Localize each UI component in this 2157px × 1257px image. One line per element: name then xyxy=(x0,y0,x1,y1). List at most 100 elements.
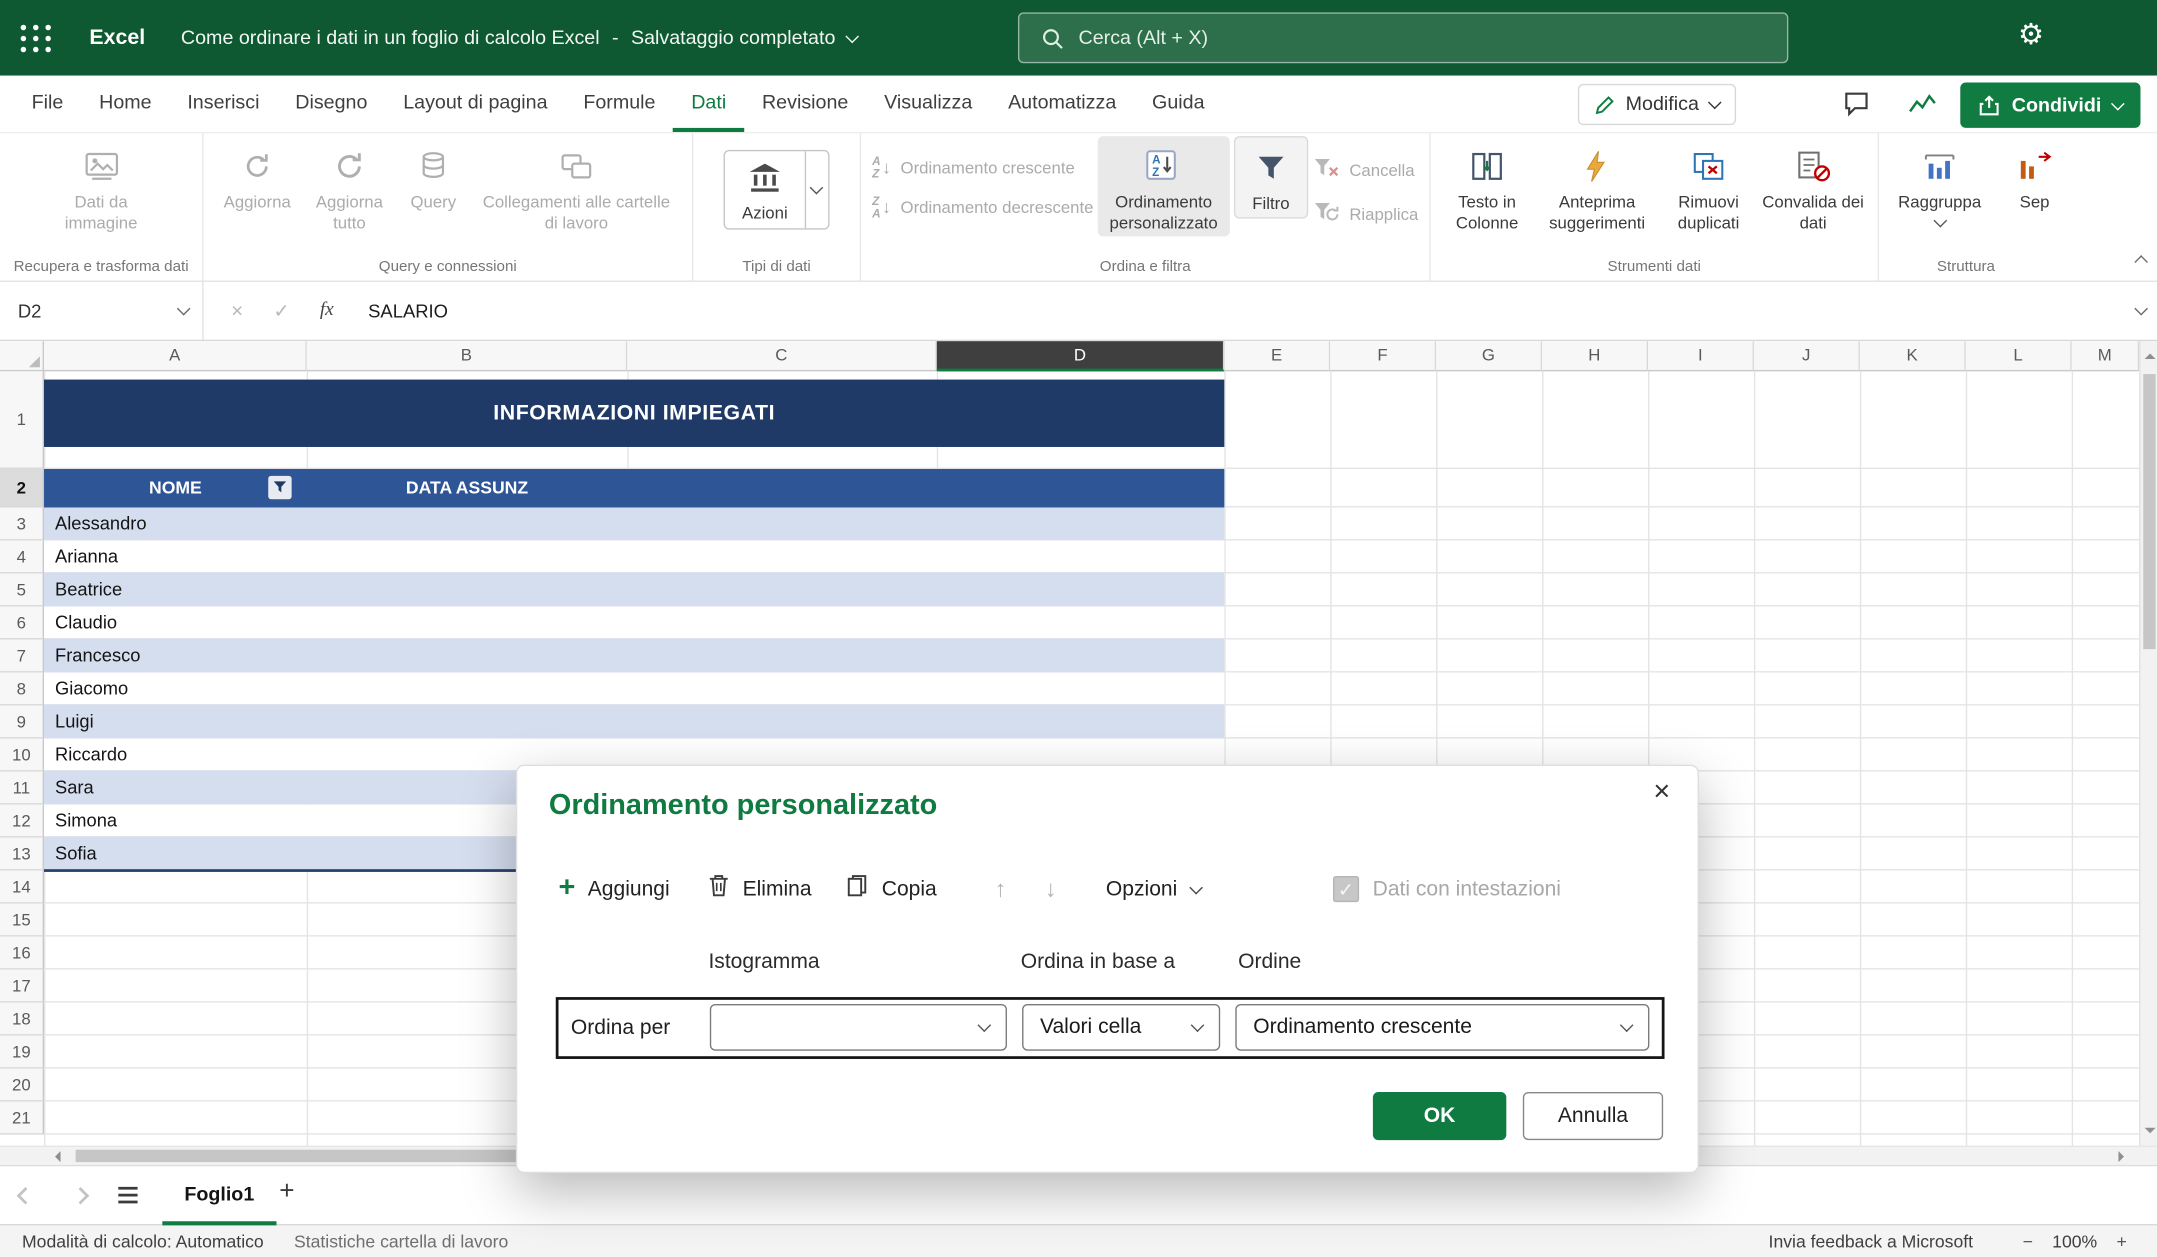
row-header-11[interactable]: 11 xyxy=(0,772,44,805)
scroll-left-arrow[interactable] xyxy=(50,1151,61,1162)
zoom-in-icon[interactable]: + xyxy=(2116,1231,2126,1252)
tab-file[interactable]: File xyxy=(14,76,81,132)
document-title[interactable]: Come ordinare i dati in un foglio di cal… xyxy=(181,27,857,49)
vertical-scroll-thumb[interactable] xyxy=(2143,374,2155,649)
sort-ascending-button[interactable]: AZ↓ Ordinamento crescente xyxy=(872,155,1093,180)
row-header-13[interactable]: 13 xyxy=(0,838,44,871)
tab-automatizza[interactable]: Automatizza xyxy=(990,76,1134,132)
move-up-button[interactable]: ↑ xyxy=(995,875,1007,903)
column-header-c[interactable]: C xyxy=(627,341,937,371)
expand-formula-bar-icon[interactable] xyxy=(2134,302,2148,316)
column-header-j[interactable]: J xyxy=(1754,341,1860,371)
scroll-up-arrow[interactable] xyxy=(2144,348,2155,359)
headers-checkbox[interactable]: ✓ Dati con intestazioni xyxy=(1333,876,1561,902)
tab-disegno[interactable]: Disegno xyxy=(277,76,385,132)
delete-level-button[interactable]: Elimina xyxy=(707,873,812,905)
previous-sheet-arrow[interactable] xyxy=(17,1187,35,1205)
data-from-picture-button[interactable]: Dati da immagine xyxy=(41,136,162,236)
cancel-entry-icon[interactable]: × xyxy=(231,299,243,322)
collapse-ribbon-button[interactable] xyxy=(2136,249,2146,274)
column-header-a[interactable]: A xyxy=(44,341,307,371)
row-header-1[interactable]: 1 xyxy=(0,371,44,469)
reapply-filter-button[interactable]: Riapplica xyxy=(1312,199,1418,228)
column-header-g[interactable]: G xyxy=(1436,341,1542,371)
row-header-10[interactable]: 10 xyxy=(0,739,44,772)
column-header-b[interactable]: B xyxy=(307,341,628,371)
add-sheet-button[interactable]: + xyxy=(279,1177,294,1207)
sheet-tab-foglio1[interactable]: Foglio1 xyxy=(162,1166,276,1225)
remove-duplicates-button[interactable]: Rimuovi duplicati xyxy=(1662,136,1756,236)
send-feedback-link[interactable]: Invia feedback a Microsoft xyxy=(1769,1231,1974,1252)
app-launcher-icon[interactable] xyxy=(21,24,53,52)
column-header-e[interactable]: E xyxy=(1224,341,1330,371)
row-header-20[interactable]: 20 xyxy=(0,1069,44,1102)
row-header-2[interactable]: 2 xyxy=(0,469,44,508)
workbook-statistics[interactable]: Statistiche cartella di lavoro xyxy=(294,1231,508,1252)
zoom-level[interactable]: 100% xyxy=(2052,1231,2097,1252)
tab-layout[interactable]: Layout di pagina xyxy=(385,76,565,132)
row-header-17[interactable]: 17 xyxy=(0,970,44,1003)
custom-sort-button[interactable]: AZ Ordinamento personalizzato xyxy=(1098,136,1230,236)
refresh-button[interactable]: Aggiorna xyxy=(215,136,300,216)
row-header-8[interactable]: 8 xyxy=(0,673,44,706)
refresh-all-button[interactable]: Aggiorna tutto xyxy=(304,136,395,236)
tab-visualizza[interactable]: Visualizza xyxy=(866,76,990,132)
calc-mode-status[interactable]: Modalità di calcolo: Automatico xyxy=(22,1231,264,1252)
actions-data-type-button[interactable]: Azioni xyxy=(724,150,829,230)
tab-home[interactable]: Home xyxy=(81,76,169,132)
search-input[interactable]: Cerca (Alt + X) xyxy=(1018,12,1788,63)
column-header-l[interactable]: L xyxy=(1966,341,2072,371)
row-header-4[interactable]: 4 xyxy=(0,540,44,573)
vertical-scrollbar[interactable] xyxy=(2139,341,2157,1146)
copy-level-button[interactable]: Copia xyxy=(846,873,937,905)
row-header-14[interactable]: 14 xyxy=(0,871,44,904)
query-button[interactable]: Query xyxy=(399,136,468,216)
column-header-m[interactable]: M xyxy=(2072,341,2139,371)
confirm-entry-icon[interactable]: ✓ xyxy=(273,299,289,322)
column-header-d[interactable]: D xyxy=(937,341,1225,371)
scroll-right-arrow[interactable] xyxy=(2118,1151,2129,1162)
tab-guida[interactable]: Guida xyxy=(1134,76,1222,132)
activity-button[interactable] xyxy=(1908,94,1937,123)
scroll-down-arrow[interactable] xyxy=(2144,1128,2155,1139)
group-rows-button[interactable]: Raggruppa xyxy=(1890,136,1989,228)
name-box[interactable]: D2 xyxy=(0,282,204,340)
formula-value[interactable]: SALARIO xyxy=(368,300,448,321)
ok-button[interactable]: OK xyxy=(1373,1092,1506,1140)
row-header-6[interactable]: 6 xyxy=(0,606,44,639)
row-header-21[interactable]: 21 xyxy=(0,1102,44,1135)
row-header-7[interactable]: 7 xyxy=(0,640,44,673)
row-header-18[interactable]: 18 xyxy=(0,1003,44,1036)
cancel-button[interactable]: Annulla xyxy=(1523,1092,1663,1140)
mode-switch-button[interactable]: Modifica xyxy=(1578,84,1737,125)
column-header-h[interactable]: H xyxy=(1542,341,1648,371)
sheet-list-icon[interactable] xyxy=(118,1187,137,1204)
row-header-5[interactable]: 5 xyxy=(0,573,44,606)
ungroup-button[interactable]: Sep xyxy=(1993,136,2076,216)
column-header-i[interactable]: I xyxy=(1648,341,1754,371)
row-header-16[interactable]: 16 xyxy=(0,937,44,970)
histogram-dropdown[interactable] xyxy=(710,1004,1007,1051)
column-header-k[interactable]: K xyxy=(1860,341,1966,371)
next-sheet-arrow[interactable] xyxy=(72,1187,90,1205)
dialog-close-button[interactable]: × xyxy=(1644,776,1680,809)
add-level-button[interactable]: + Aggiungi xyxy=(559,876,670,902)
row-header-19[interactable]: 19 xyxy=(0,1036,44,1069)
filter-button[interactable]: Filtro xyxy=(1234,136,1308,218)
row-header-3[interactable]: 3 xyxy=(0,507,44,540)
filter-button[interactable] xyxy=(268,476,291,499)
sort-on-dropdown[interactable]: Valori cella xyxy=(1022,1004,1220,1051)
flash-fill-button[interactable]: Anteprima suggerimenti xyxy=(1537,136,1658,236)
comments-button[interactable] xyxy=(1842,89,1871,125)
settings-gear-icon[interactable]: ⚙ xyxy=(2018,18,2044,52)
row-header-12[interactable]: 12 xyxy=(0,805,44,838)
clear-filter-button[interactable]: Cancella xyxy=(1312,155,1418,184)
tab-formule[interactable]: Formule xyxy=(565,76,673,132)
data-validation-button[interactable]: Convalida dei dati xyxy=(1759,136,1866,236)
tab-revisione[interactable]: Revisione xyxy=(744,76,866,132)
sort-descending-button[interactable]: ZA↓ Ordinamento decrescente xyxy=(872,195,1093,220)
select-all-corner[interactable] xyxy=(0,341,44,371)
zoom-out-icon[interactable]: − xyxy=(2023,1231,2033,1252)
options-button[interactable]: Opzioni xyxy=(1106,877,1201,902)
insert-function-icon[interactable]: fx xyxy=(320,300,334,322)
